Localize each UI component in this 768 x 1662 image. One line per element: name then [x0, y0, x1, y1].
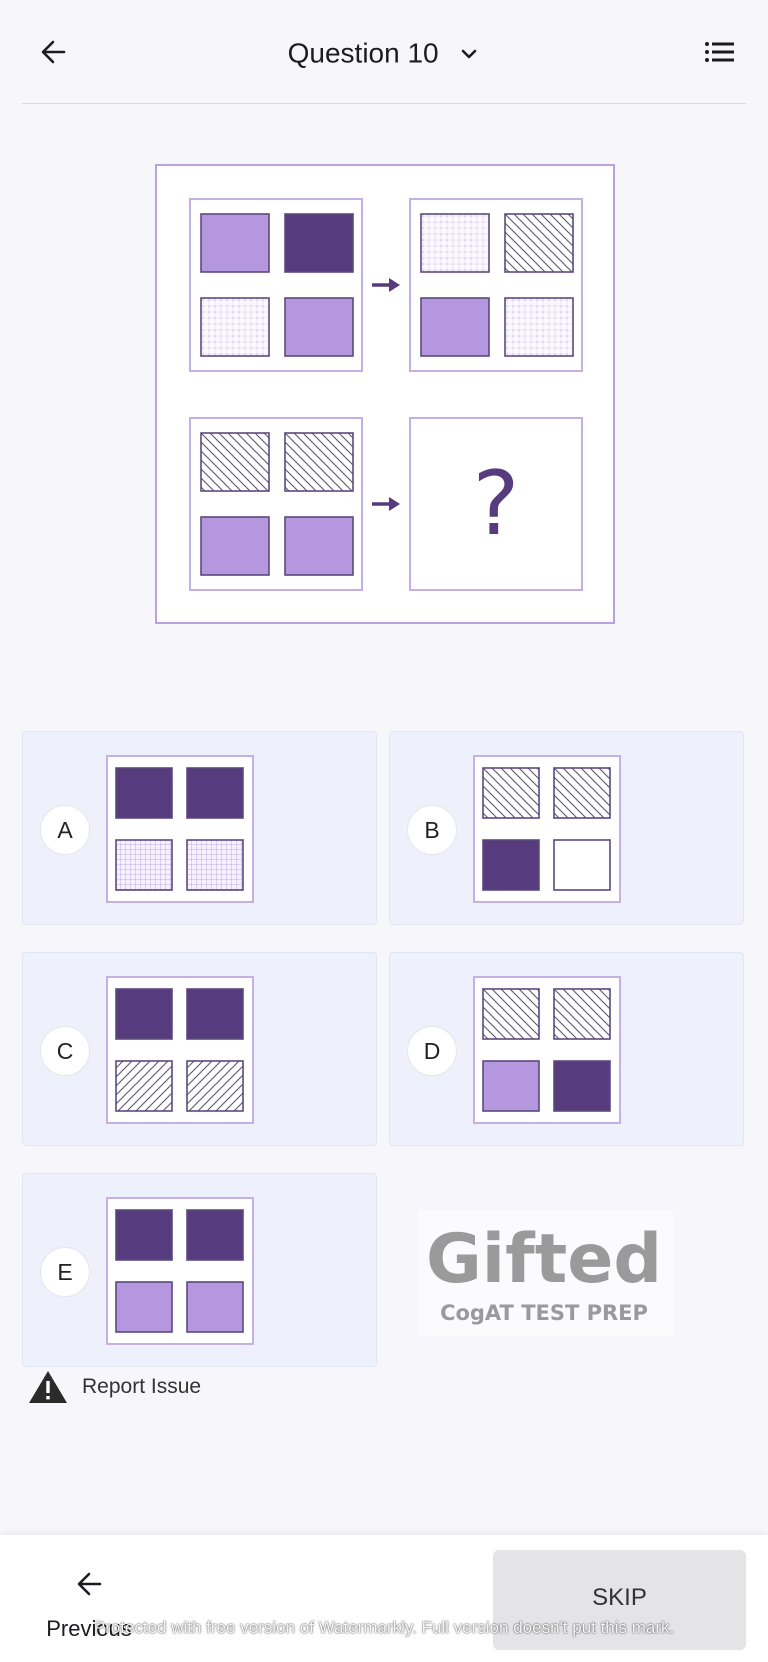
tile-dark — [186, 988, 244, 1040]
chevron-down-icon — [462, 49, 477, 58]
tile-dark — [115, 988, 173, 1040]
logo-brand: Gifted — [426, 1220, 662, 1299]
skip-button[interactable]: SKIP — [493, 1550, 746, 1650]
option-letter: C — [40, 1026, 90, 1076]
tile-rstripes — [186, 1060, 244, 1112]
question-selector[interactable]: Question 10 — [0, 26, 768, 80]
arrow-right-icon — [372, 278, 400, 292]
option-a[interactable]: A — [22, 731, 377, 925]
option-letter: D — [407, 1026, 457, 1076]
tile-white — [553, 839, 611, 891]
option-figure — [106, 1197, 254, 1345]
question-mark: ? — [472, 452, 520, 555]
tile-dots — [504, 297, 574, 357]
option-figure — [106, 976, 254, 1124]
arrow-right-icon — [372, 497, 400, 511]
option-figure — [106, 755, 254, 903]
report-issue-label: Report Issue — [82, 1375, 202, 1398]
tile-grid — [186, 839, 244, 891]
tile-dots — [420, 213, 490, 273]
tile-dark — [284, 213, 354, 273]
tile-dark — [482, 839, 540, 891]
tile-stripes — [553, 767, 611, 819]
previous-label: Previous — [46, 1616, 132, 1641]
previous-button[interactable]: Previous — [24, 1558, 154, 1658]
question-figure: ? — [155, 164, 615, 624]
tile-stripes — [200, 432, 270, 492]
gifted-logo: Gifted CogAT TEST PREP — [418, 1210, 673, 1335]
top-right-panel — [409, 198, 583, 372]
tile-stripes — [284, 432, 354, 492]
tile-dark — [115, 1209, 173, 1261]
option-letter: A — [40, 805, 90, 855]
tile-light — [284, 516, 354, 576]
tile-light — [200, 516, 270, 576]
tile-stripes — [553, 988, 611, 1040]
list-icon — [705, 42, 734, 62]
top-left-panel — [189, 198, 363, 372]
tile-dark — [186, 767, 244, 819]
warning-icon — [29, 1371, 67, 1403]
tile-light — [200, 213, 270, 273]
tile-light — [482, 1060, 540, 1112]
bottom-left-panel — [189, 417, 363, 591]
tile-dots — [200, 297, 270, 357]
tile-rstripes — [115, 1060, 173, 1112]
page-title: Question 10 — [287, 37, 439, 69]
option-c[interactable]: C — [22, 952, 377, 1146]
option-e[interactable]: E — [22, 1173, 377, 1367]
answer-placeholder-panel: ? — [409, 417, 583, 591]
header-divider — [22, 103, 746, 104]
arrow-left-icon — [77, 1572, 102, 1596]
tile-dark — [115, 767, 173, 819]
option-letter: B — [407, 805, 457, 855]
tile-light — [115, 1281, 173, 1333]
option-letter: E — [40, 1247, 90, 1297]
tile-dark — [553, 1060, 611, 1112]
option-figure — [473, 755, 621, 903]
tile-light — [186, 1281, 244, 1333]
logo-tagline: CogAT TEST PREP — [440, 1301, 648, 1325]
tile-grid — [115, 839, 173, 891]
option-d[interactable]: D — [389, 952, 744, 1146]
tile-stripes — [504, 213, 574, 273]
tile-stripes — [482, 988, 540, 1040]
tile-light — [284, 297, 354, 357]
option-figure — [473, 976, 621, 1124]
question-list-button[interactable] — [698, 32, 742, 72]
tile-stripes — [482, 767, 540, 819]
tile-dark — [186, 1209, 244, 1261]
option-b[interactable]: B — [389, 731, 744, 925]
tile-light — [420, 297, 490, 357]
